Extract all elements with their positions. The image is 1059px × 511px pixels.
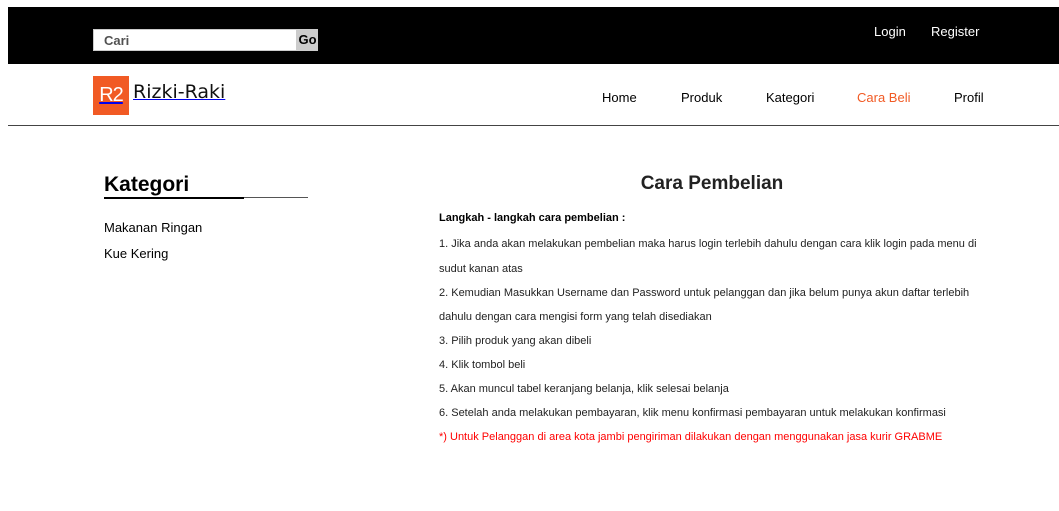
nav-kategori[interactable]: Kategori <box>766 90 814 105</box>
sidebar-title-rule <box>244 197 308 198</box>
sidebar-item-kue-kering[interactable]: Kue Kering <box>104 246 168 261</box>
logo-badge: R2 <box>93 76 129 115</box>
nav-produk[interactable]: Produk <box>681 90 722 105</box>
sidebar-item-makanan-ringan[interactable]: Makanan Ringan <box>104 220 202 235</box>
sidebar-title: Kategori <box>104 173 190 196</box>
nav-home[interactable]: Home <box>602 90 637 105</box>
brand-logo[interactable]: R2 Rizki-Raki <box>93 76 225 115</box>
search-input[interactable] <box>94 30 296 50</box>
step-line: 1. Jika anda akan melakukan pembelian ma… <box>439 238 977 250</box>
step-line: dahulu dengan cara mengisi form yang tel… <box>439 311 712 323</box>
step-line: 3. Pilih produk yang akan dibeli <box>439 335 592 347</box>
step-line: sudut kanan atas <box>439 263 523 275</box>
steps-heading: Langkah - langkah cara pembelian : <box>439 212 626 224</box>
brand-name: Rizki-Raki <box>133 80 226 103</box>
register-link[interactable]: Register <box>931 24 979 39</box>
nav-cara-beli[interactable]: Cara Beli <box>857 90 910 105</box>
search-go-button[interactable]: Go <box>297 29 318 51</box>
nav-profil[interactable]: Profil <box>954 90 984 105</box>
step-line: 6. Setelah anda melakukan pembayaran, kl… <box>439 407 946 419</box>
page-title: Cara Pembelian <box>640 173 784 194</box>
sidebar-title-underline <box>104 197 244 199</box>
search-box <box>93 29 297 51</box>
header-divider <box>8 125 1059 126</box>
step-line: 2. Kemudian Masukkan Username dan Passwo… <box>439 287 970 299</box>
site-header: R2 Rizki-Raki Home Produk Kategori Cara … <box>0 64 1059 126</box>
step-line: 5. Akan muncul tabel keranjang belanja, … <box>439 383 729 395</box>
login-link[interactable]: Login <box>874 24 906 39</box>
shipping-note: *) Untuk Pelanggan di area kota jambi pe… <box>439 431 943 443</box>
step-line: 4. Klik tombol beli <box>439 359 526 371</box>
